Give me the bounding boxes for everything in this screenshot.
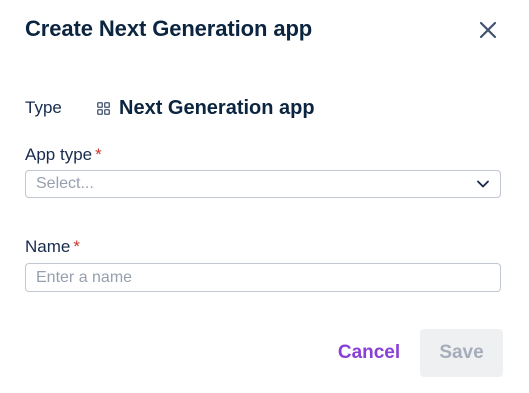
required-marker: * bbox=[95, 145, 102, 164]
name-label: Name * bbox=[25, 237, 80, 257]
name-label-text: Name bbox=[25, 237, 71, 256]
save-button[interactable]: Save bbox=[420, 329, 503, 377]
chevron-down-icon[interactable] bbox=[476, 177, 490, 191]
app-type-select[interactable]: Select... bbox=[25, 170, 501, 198]
cancel-button[interactable]: Cancel bbox=[330, 329, 408, 377]
create-app-dialog: Create Next Generation app Type Next Gen… bbox=[0, 0, 529, 393]
type-label: Type bbox=[25, 98, 62, 117]
app-type-label-text: App type bbox=[25, 145, 93, 164]
close-icon bbox=[478, 20, 498, 40]
type-row: Type Next Generation app bbox=[25, 96, 315, 120]
required-marker: * bbox=[73, 237, 80, 256]
grid-icon bbox=[96, 101, 110, 115]
close-button[interactable] bbox=[474, 16, 502, 44]
app-type-placeholder: Select... bbox=[36, 175, 94, 192]
type-value: Next Generation app bbox=[119, 96, 315, 119]
name-input[interactable] bbox=[25, 263, 501, 292]
app-type-label: App type * bbox=[25, 145, 102, 165]
dialog-title: Create Next Generation app bbox=[25, 16, 313, 41]
